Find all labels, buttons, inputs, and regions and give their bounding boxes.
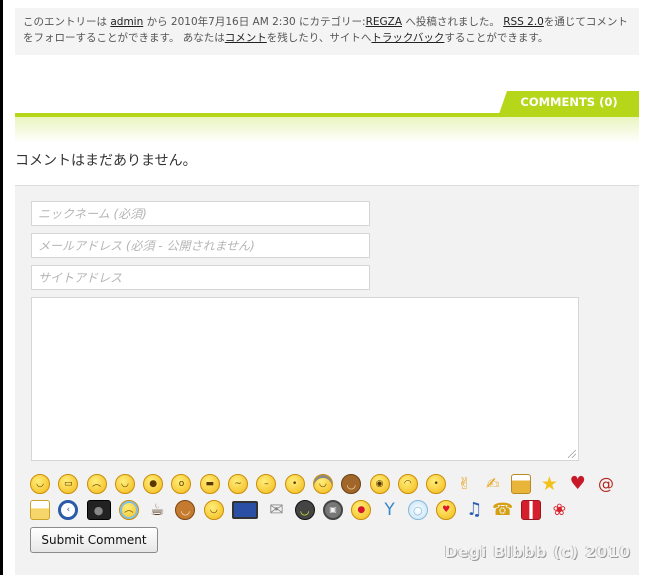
rss-link[interactable]: RSS 2.0	[503, 16, 544, 28]
dog-icon[interactable]: ◡	[175, 500, 196, 520]
meta-text: から 2010年7月16日 AM 2:30 にカテゴリー:	[143, 16, 366, 28]
beer-icon[interactable]	[511, 474, 532, 494]
meta-text: することができます。	[444, 32, 549, 44]
smiley-row: ‹ ● ︵ ☕ ◡ ◡ ✉ ◡ ▣ ● Y ○ ♥ ♫ ☎ ❀	[30, 497, 630, 523]
thumbs-up-icon[interactable]: ✌	[454, 474, 474, 494]
cool-icon[interactable]: ▬	[199, 474, 220, 494]
love-eyes-icon[interactable]: ♥	[436, 500, 457, 520]
watermark: Degi Blbbb (c) 2010	[444, 543, 631, 561]
surprised-icon[interactable]: o	[171, 474, 192, 494]
smiley-row: ◡ ▭ ︵ ◡ ● o ▬ ~ – • ◡ ◡ ◉ ◠ • ✌ ✍ ★ ♥ @	[30, 471, 630, 497]
coffee-icon[interactable]: ☕	[147, 500, 167, 520]
comment-link[interactable]: コメント	[225, 32, 267, 44]
thumbs-down-icon[interactable]: ✍	[483, 474, 503, 494]
worried-icon[interactable]: ◠	[397, 474, 418, 494]
smiley-palette: ◡ ▭ ︵ ◡ ● o ▬ ~ – • ◡ ◡ ◉ ◠ • ✌ ✍ ★ ♥ @ …	[30, 471, 630, 523]
headphones-icon[interactable]: ◡	[312, 474, 333, 494]
cake-icon[interactable]	[30, 500, 50, 520]
star-icon[interactable]: ★	[539, 474, 559, 494]
tongue-icon[interactable]: ●	[143, 474, 164, 494]
comment-form: ◡ ▭ ︵ ◡ ● o ▬ ~ – • ◡ ◡ ◉ ◠ • ✌ ✍ ★ ♥ @ …	[15, 185, 639, 575]
comments-header: COMMENTS (0)	[15, 88, 639, 148]
email-input[interactable]	[31, 233, 370, 258]
phone-icon[interactable]: ☎	[492, 500, 513, 520]
comments-gradient	[15, 117, 639, 143]
kiss-icon[interactable]: •	[426, 474, 447, 494]
nickname-input[interactable]	[31, 201, 370, 226]
crying-icon[interactable]: ︵	[118, 500, 139, 520]
kiss-lips-icon[interactable]: ●	[351, 500, 372, 520]
monkey-icon[interactable]: ◡	[341, 474, 362, 494]
post-meta: このエントリーは admin から 2010年7月16日 AM 2:30 にカテ…	[15, 8, 639, 55]
camera-icon[interactable]: ●	[86, 500, 111, 520]
blush-icon[interactable]: •	[284, 474, 305, 494]
gift-icon[interactable]	[521, 500, 542, 520]
cyclops-icon[interactable]: ◉	[369, 474, 390, 494]
grin-icon[interactable]: ▭	[58, 474, 79, 494]
cocktail-icon[interactable]: Y	[380, 500, 400, 520]
smile-icon[interactable]: ◡	[30, 474, 50, 494]
film-icon[interactable]: ▣	[322, 500, 343, 520]
music-note-icon[interactable]: ♫	[464, 500, 484, 520]
website-input[interactable]	[31, 265, 370, 290]
clock-icon[interactable]: ‹	[58, 500, 79, 520]
snail-icon[interactable]: @	[596, 474, 616, 494]
trackback-link[interactable]: トラックバック	[371, 32, 444, 44]
wink-icon[interactable]: ◡	[114, 474, 135, 494]
comments-count-tab[interactable]: COMMENTS (0)	[499, 91, 639, 114]
no-comments-message: コメントはまだありません。	[15, 153, 197, 169]
broken-heart-icon[interactable]: ♥	[568, 474, 588, 494]
comment-textarea[interactable]	[31, 297, 579, 461]
happy-icon[interactable]: ◡	[203, 500, 224, 520]
meta-text: へ投稿されました。	[402, 16, 504, 28]
sad-icon[interactable]: ︵	[86, 474, 107, 494]
neutral-icon[interactable]: –	[256, 474, 277, 494]
tulip-icon[interactable]: ❀	[549, 500, 569, 520]
tv-icon[interactable]	[232, 501, 259, 519]
left-edge-bar	[0, 0, 3, 575]
resize-grip-icon[interactable]	[568, 450, 576, 458]
confused-icon[interactable]: ~	[228, 474, 249, 494]
category-link[interactable]: REGZA	[366, 16, 402, 28]
author-link[interactable]: admin	[110, 16, 143, 28]
lightbulb-icon[interactable]: ○	[407, 500, 428, 520]
cat-icon[interactable]: ◡	[294, 500, 315, 520]
meta-text: このエントリーは	[23, 16, 111, 28]
meta-text: を残したり、サイトへ	[266, 32, 372, 44]
submit-comment-button[interactable]: Submit Comment	[30, 527, 158, 553]
mail-icon[interactable]: ✉	[266, 500, 286, 520]
